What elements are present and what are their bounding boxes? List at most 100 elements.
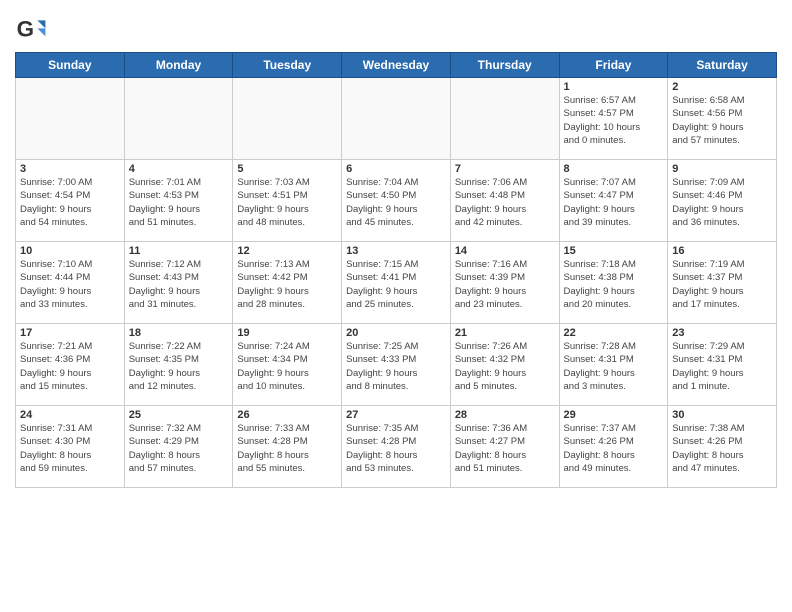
day-number: 4 [129, 163, 229, 175]
day-number: 14 [455, 245, 555, 257]
calendar-cell: 28Sunrise: 7:36 AM Sunset: 4:27 PM Dayli… [450, 406, 559, 488]
calendar-cell: 20Sunrise: 7:25 AM Sunset: 4:33 PM Dayli… [342, 324, 451, 406]
calendar-cell: 3Sunrise: 7:00 AM Sunset: 4:54 PM Daylig… [16, 160, 125, 242]
day-number: 11 [129, 245, 229, 257]
day-number: 15 [564, 245, 664, 257]
calendar-cell [124, 78, 233, 160]
weekday-header-monday: Monday [124, 53, 233, 78]
calendar-cell: 22Sunrise: 7:28 AM Sunset: 4:31 PM Dayli… [559, 324, 668, 406]
day-info: Sunrise: 7:10 AM Sunset: 4:44 PM Dayligh… [20, 258, 120, 311]
day-info: Sunrise: 7:32 AM Sunset: 4:29 PM Dayligh… [129, 422, 229, 475]
calendar-cell [233, 78, 342, 160]
day-number: 28 [455, 409, 555, 421]
day-info: Sunrise: 7:31 AM Sunset: 4:30 PM Dayligh… [20, 422, 120, 475]
day-info: Sunrise: 7:22 AM Sunset: 4:35 PM Dayligh… [129, 340, 229, 393]
svg-text:G: G [17, 16, 34, 41]
calendar-week-4: 17Sunrise: 7:21 AM Sunset: 4:36 PM Dayli… [16, 324, 777, 406]
calendar-cell: 4Sunrise: 7:01 AM Sunset: 4:53 PM Daylig… [124, 160, 233, 242]
calendar-cell: 19Sunrise: 7:24 AM Sunset: 4:34 PM Dayli… [233, 324, 342, 406]
calendar-cell: 18Sunrise: 7:22 AM Sunset: 4:35 PM Dayli… [124, 324, 233, 406]
calendar-cell [16, 78, 125, 160]
day-info: Sunrise: 6:58 AM Sunset: 4:56 PM Dayligh… [672, 94, 772, 147]
day-number: 16 [672, 245, 772, 257]
day-number: 9 [672, 163, 772, 175]
day-number: 6 [346, 163, 446, 175]
day-number: 29 [564, 409, 664, 421]
day-number: 22 [564, 327, 664, 339]
calendar-cell: 29Sunrise: 7:37 AM Sunset: 4:26 PM Dayli… [559, 406, 668, 488]
day-info: Sunrise: 7:18 AM Sunset: 4:38 PM Dayligh… [564, 258, 664, 311]
day-info: Sunrise: 7:26 AM Sunset: 4:32 PM Dayligh… [455, 340, 555, 393]
day-number: 17 [20, 327, 120, 339]
day-info: Sunrise: 7:28 AM Sunset: 4:31 PM Dayligh… [564, 340, 664, 393]
calendar-cell: 13Sunrise: 7:15 AM Sunset: 4:41 PM Dayli… [342, 242, 451, 324]
day-number: 25 [129, 409, 229, 421]
day-info: Sunrise: 7:38 AM Sunset: 4:26 PM Dayligh… [672, 422, 772, 475]
day-info: Sunrise: 7:35 AM Sunset: 4:28 PM Dayligh… [346, 422, 446, 475]
day-number: 26 [237, 409, 337, 421]
day-info: Sunrise: 7:37 AM Sunset: 4:26 PM Dayligh… [564, 422, 664, 475]
day-info: Sunrise: 7:24 AM Sunset: 4:34 PM Dayligh… [237, 340, 337, 393]
day-number: 30 [672, 409, 772, 421]
calendar-week-1: 1Sunrise: 6:57 AM Sunset: 4:57 PM Daylig… [16, 78, 777, 160]
weekday-header-tuesday: Tuesday [233, 53, 342, 78]
calendar-cell: 1Sunrise: 6:57 AM Sunset: 4:57 PM Daylig… [559, 78, 668, 160]
calendar-week-5: 24Sunrise: 7:31 AM Sunset: 4:30 PM Dayli… [16, 406, 777, 488]
day-number: 20 [346, 327, 446, 339]
day-info: Sunrise: 7:25 AM Sunset: 4:33 PM Dayligh… [346, 340, 446, 393]
calendar-cell: 14Sunrise: 7:16 AM Sunset: 4:39 PM Dayli… [450, 242, 559, 324]
calendar-cell: 15Sunrise: 7:18 AM Sunset: 4:38 PM Dayli… [559, 242, 668, 324]
day-number: 24 [20, 409, 120, 421]
calendar-cell: 2Sunrise: 6:58 AM Sunset: 4:56 PM Daylig… [668, 78, 777, 160]
calendar-cell: 9Sunrise: 7:09 AM Sunset: 4:46 PM Daylig… [668, 160, 777, 242]
calendar-cell: 12Sunrise: 7:13 AM Sunset: 4:42 PM Dayli… [233, 242, 342, 324]
calendar-cell: 5Sunrise: 7:03 AM Sunset: 4:51 PM Daylig… [233, 160, 342, 242]
day-info: Sunrise: 7:00 AM Sunset: 4:54 PM Dayligh… [20, 176, 120, 229]
day-info: Sunrise: 7:01 AM Sunset: 4:53 PM Dayligh… [129, 176, 229, 229]
day-info: Sunrise: 7:09 AM Sunset: 4:46 PM Dayligh… [672, 176, 772, 229]
calendar-cell: 11Sunrise: 7:12 AM Sunset: 4:43 PM Dayli… [124, 242, 233, 324]
calendar-cell: 8Sunrise: 7:07 AM Sunset: 4:47 PM Daylig… [559, 160, 668, 242]
day-info: Sunrise: 7:16 AM Sunset: 4:39 PM Dayligh… [455, 258, 555, 311]
calendar-cell: 24Sunrise: 7:31 AM Sunset: 4:30 PM Dayli… [16, 406, 125, 488]
day-info: Sunrise: 7:04 AM Sunset: 4:50 PM Dayligh… [346, 176, 446, 229]
weekday-header-sunday: Sunday [16, 53, 125, 78]
weekday-header-friday: Friday [559, 53, 668, 78]
weekday-header-wednesday: Wednesday [342, 53, 451, 78]
day-number: 1 [564, 81, 664, 93]
day-info: Sunrise: 7:15 AM Sunset: 4:41 PM Dayligh… [346, 258, 446, 311]
logo-icon: G [15, 14, 47, 46]
calendar-cell: 25Sunrise: 7:32 AM Sunset: 4:29 PM Dayli… [124, 406, 233, 488]
day-number: 18 [129, 327, 229, 339]
day-info: Sunrise: 6:57 AM Sunset: 4:57 PM Dayligh… [564, 94, 664, 147]
day-number: 12 [237, 245, 337, 257]
calendar-cell: 10Sunrise: 7:10 AM Sunset: 4:44 PM Dayli… [16, 242, 125, 324]
page-container: G SundayMondayTuesdayWednesdayThursdayFr… [0, 0, 792, 612]
weekday-header-row: SundayMondayTuesdayWednesdayThursdayFrid… [16, 53, 777, 78]
calendar-cell: 27Sunrise: 7:35 AM Sunset: 4:28 PM Dayli… [342, 406, 451, 488]
day-info: Sunrise: 7:33 AM Sunset: 4:28 PM Dayligh… [237, 422, 337, 475]
day-info: Sunrise: 7:07 AM Sunset: 4:47 PM Dayligh… [564, 176, 664, 229]
calendar-cell: 16Sunrise: 7:19 AM Sunset: 4:37 PM Dayli… [668, 242, 777, 324]
calendar-cell: 23Sunrise: 7:29 AM Sunset: 4:31 PM Dayli… [668, 324, 777, 406]
day-number: 5 [237, 163, 337, 175]
day-number: 10 [20, 245, 120, 257]
calendar: SundayMondayTuesdayWednesdayThursdayFrid… [15, 52, 777, 488]
calendar-cell [450, 78, 559, 160]
day-number: 13 [346, 245, 446, 257]
day-number: 23 [672, 327, 772, 339]
calendar-cell: 26Sunrise: 7:33 AM Sunset: 4:28 PM Dayli… [233, 406, 342, 488]
day-number: 2 [672, 81, 772, 93]
day-info: Sunrise: 7:12 AM Sunset: 4:43 PM Dayligh… [129, 258, 229, 311]
calendar-cell: 21Sunrise: 7:26 AM Sunset: 4:32 PM Dayli… [450, 324, 559, 406]
day-number: 21 [455, 327, 555, 339]
calendar-cell: 6Sunrise: 7:04 AM Sunset: 4:50 PM Daylig… [342, 160, 451, 242]
calendar-week-2: 3Sunrise: 7:00 AM Sunset: 4:54 PM Daylig… [16, 160, 777, 242]
logo: G [15, 14, 51, 46]
day-info: Sunrise: 7:21 AM Sunset: 4:36 PM Dayligh… [20, 340, 120, 393]
day-info: Sunrise: 7:03 AM Sunset: 4:51 PM Dayligh… [237, 176, 337, 229]
day-number: 7 [455, 163, 555, 175]
calendar-cell: 7Sunrise: 7:06 AM Sunset: 4:48 PM Daylig… [450, 160, 559, 242]
day-info: Sunrise: 7:06 AM Sunset: 4:48 PM Dayligh… [455, 176, 555, 229]
calendar-week-3: 10Sunrise: 7:10 AM Sunset: 4:44 PM Dayli… [16, 242, 777, 324]
